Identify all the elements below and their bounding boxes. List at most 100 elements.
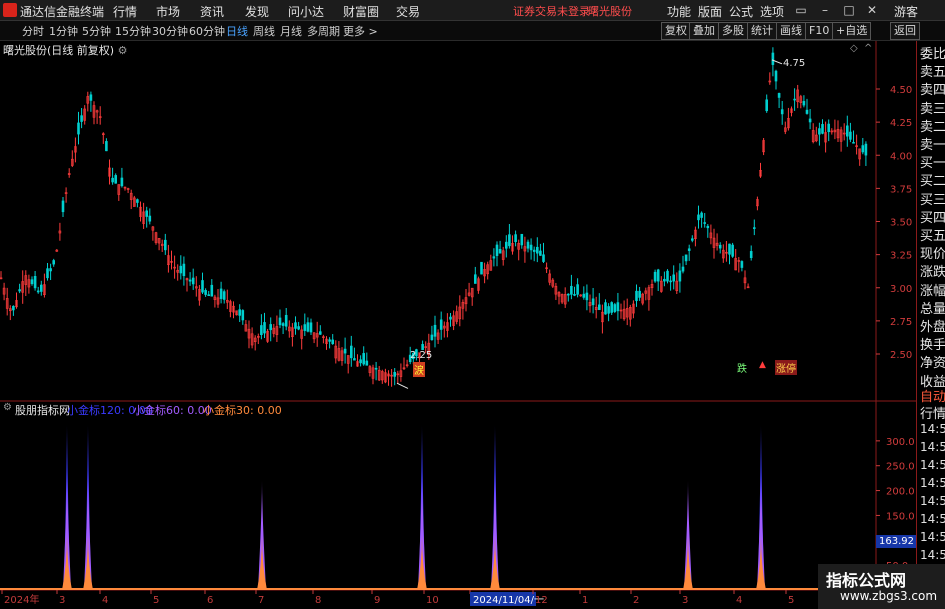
candle-body (566, 293, 570, 296)
candle (650, 279, 654, 296)
period-1min[interactable]: 1分钟 (49, 23, 78, 39)
candle (74, 137, 77, 163)
menu-item-discover[interactable]: 发现 (245, 3, 269, 20)
settings-icon[interactable]: ⚙ (3, 402, 12, 413)
period-monthly[interactable]: 月线 (280, 23, 302, 39)
menu-item-wealth[interactable]: 财富圈 (343, 3, 379, 20)
pin-icon[interactable]: ▭ (793, 2, 809, 18)
candle (61, 197, 65, 218)
candle (18, 283, 21, 294)
tool-f10-button[interactable]: F10 (805, 22, 834, 40)
candle (46, 263, 49, 281)
candle-body (585, 292, 589, 301)
candle-body (278, 317, 282, 326)
candle (762, 138, 765, 156)
period-daily[interactable]: 日线 (226, 23, 248, 39)
candle (737, 256, 741, 273)
diamond-icon[interactable]: ◇ (850, 43, 858, 54)
quote-panel: 委比 卖五 卖四 卖三 卖二 卖一 买一 买二 买三 买四 买五 现价 涨跌 涨幅 总量 外盘 换手 净资 收益 自… (916, 41, 945, 609)
period-multi[interactable]: 多周期 (307, 23, 340, 39)
collapse-icon[interactable]: ^ (864, 43, 872, 54)
candle (294, 316, 297, 335)
menu-item-info[interactable]: 资讯 (200, 3, 224, 20)
candle (700, 211, 703, 228)
candle (250, 327, 254, 349)
candle (219, 281, 223, 304)
candle (836, 120, 840, 143)
candle-body (309, 322, 313, 333)
candle-body (808, 118, 812, 123)
quote-label[interactable]: 行情 (920, 403, 945, 422)
guest-user[interactable]: 游客 (894, 3, 918, 20)
menu-item-trade[interactable]: 交易 (396, 3, 420, 20)
menu-item-quotes[interactable]: 行情 (113, 3, 137, 20)
tool-stats-button[interactable]: 统计 (747, 22, 777, 40)
candle (749, 245, 753, 261)
candle (210, 279, 214, 297)
candle (0, 271, 3, 280)
menu-item-options[interactable]: 选项 (760, 3, 784, 20)
menu-item-ask[interactable]: 问小达 (288, 3, 324, 20)
indicator-spike (83, 535, 93, 590)
candle (842, 123, 846, 141)
watermark-url: www.zbgs3.com (840, 589, 938, 603)
period-intraday[interactable]: 分时 (22, 23, 44, 39)
candle (247, 320, 251, 349)
period-15min[interactable]: 15分钟 (115, 23, 151, 39)
quote-field-label: 买一 (920, 156, 945, 172)
period-more[interactable]: 更多 > (343, 23, 378, 39)
candle (833, 119, 837, 140)
candle (71, 150, 74, 168)
candle (105, 138, 108, 152)
candle (622, 300, 626, 321)
tool-adjust-button[interactable]: 复权 (661, 22, 691, 40)
kline-chart-area[interactable]: 4.50 4.25 4.00 3.75 3.50 3.25 3.00 2.75 2.50 300.… (0, 41, 916, 609)
tool-draw-button[interactable]: 画线 (776, 22, 806, 40)
indicator-title[interactable]: 股朋指标网 (15, 402, 70, 418)
menu-item-market[interactable]: 市场 (156, 3, 180, 20)
candle (542, 242, 545, 263)
candle (666, 269, 669, 284)
menu-item-formula[interactable]: 公式 (729, 3, 753, 20)
maximize-icon[interactable]: □ (841, 2, 857, 18)
close-icon[interactable]: ✕ (864, 2, 880, 18)
candle (238, 304, 241, 322)
candle (337, 341, 341, 362)
tool-back-button[interactable]: 返回 (890, 22, 920, 40)
candle (309, 318, 313, 335)
candle (253, 335, 257, 351)
period-5min[interactable]: 5分钟 (82, 23, 111, 39)
candle (687, 244, 691, 261)
minimize-icon[interactable]: – (817, 2, 833, 18)
candle (241, 309, 245, 325)
candle (740, 260, 744, 272)
period-weekly[interactable]: 周线 (253, 23, 275, 39)
period-60min[interactable]: 60分钟 (189, 23, 225, 39)
tool-watchlist-button[interactable]: +自选 (832, 22, 872, 40)
date-label: 4 (102, 595, 108, 606)
menu-item-layout[interactable]: 版面 (698, 3, 722, 20)
candle (30, 276, 34, 286)
candle (721, 244, 725, 263)
candle (108, 159, 111, 185)
candle-body (818, 128, 821, 135)
price-tick-label: 4.00 (890, 151, 912, 162)
tool-multistock-button[interactable]: 多股 (718, 22, 748, 40)
candle-body (80, 115, 83, 122)
candle (554, 282, 558, 300)
tool-overlay-button[interactable]: 叠加 (689, 22, 719, 40)
candle-body (532, 249, 536, 252)
candle-body (613, 304, 617, 312)
candle-body (179, 265, 183, 274)
candle (805, 98, 809, 115)
date-label: 4 (736, 595, 742, 606)
quote-field-label: 涨跌 (920, 265, 945, 281)
period-30min[interactable]: 30分钟 (152, 23, 188, 39)
menu-item-function[interactable]: 功能 (667, 3, 691, 20)
settings-icon[interactable]: ⚙ (118, 44, 128, 57)
candle-body (433, 324, 437, 337)
candle (597, 293, 601, 311)
date-label: 5 (788, 595, 794, 606)
candle-body (728, 243, 731, 255)
login-warning[interactable]: 证券交易未登录 (513, 3, 590, 19)
